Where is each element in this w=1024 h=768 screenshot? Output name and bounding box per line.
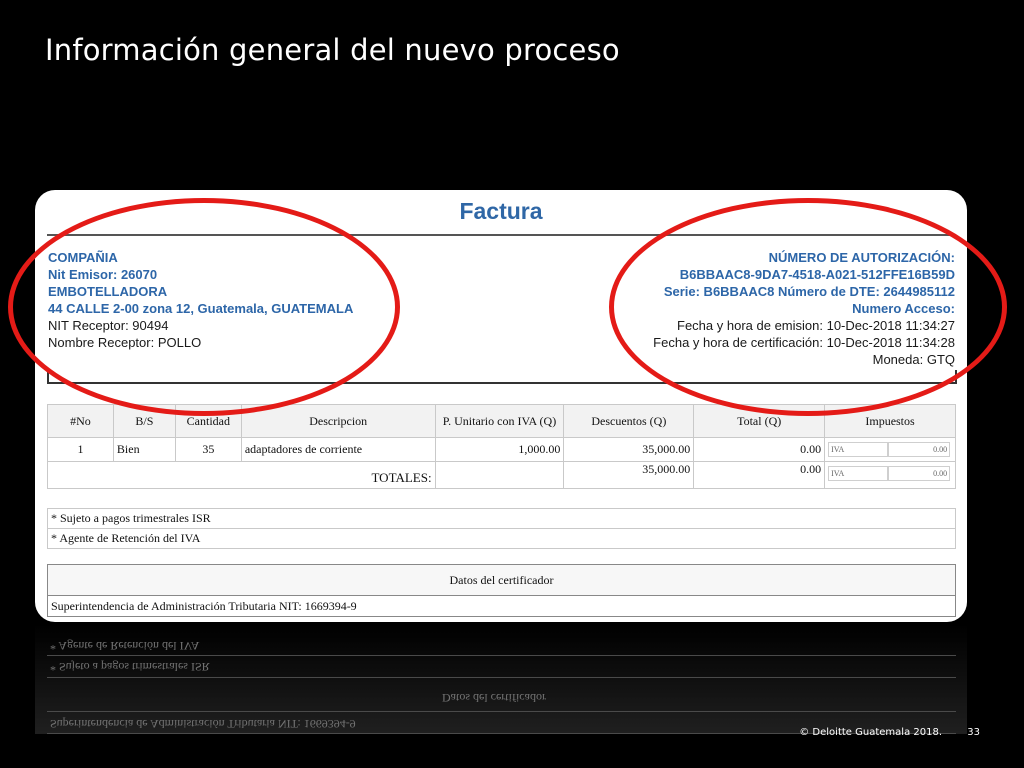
cell-precio: 1,000.00 — [434, 437, 565, 462]
certifier-body: Superintendencia de Administración Tribu… — [47, 595, 956, 617]
fecha-emision: Fecha y hora de emision: 10-Dec-2018 11:… — [677, 318, 955, 333]
invoice-title: Factura — [459, 198, 543, 224]
invoice-image: Factura COMPAÑIA Nit Emisor: 26070 EMBOT… — [35, 190, 967, 622]
reflection-note-iva: * Agente de Retención del IVA — [50, 639, 200, 653]
col-header-total: Total (Q) — [693, 404, 826, 438]
copyright: © Deloitte Guatemala 2018. — [799, 727, 942, 738]
tax-value: 0.00 — [888, 442, 951, 458]
company-label: COMPAÑIA — [48, 250, 118, 265]
col-header-precio: P. Unitario con IVA (Q) — [434, 404, 565, 438]
certifier-table: Datos del certificador Superintendencia … — [47, 564, 956, 617]
note-row: * Agente de Retención del IVA — [47, 528, 956, 549]
nombre-receptor: Nombre Receptor: POLLO — [48, 335, 202, 350]
tax-value: 0.00 — [888, 465, 951, 481]
totals-descuentos: 35,000.00 — [563, 461, 695, 489]
fecha-certificacion: Fecha y hora de certificación: 10-Dec-20… — [653, 335, 955, 350]
tax-name: IVA — [828, 442, 889, 458]
note-isr: * Sujeto a pagos trimestrales ISR — [47, 508, 956, 529]
note-row: * Sujeto a pagos trimestrales ISR — [47, 508, 956, 529]
table-row: 1 Bien 35 adaptadores de corriente 1,000… — [47, 437, 956, 462]
reflection-certifier-header: Datos del certificador — [442, 691, 546, 705]
totals-empty-cell — [434, 461, 565, 489]
totals-total: 0.00 — [693, 461, 826, 489]
table-header-row: #No B/S Cantidad Descripcion P. Unitario… — [47, 404, 956, 438]
reflection-line — [47, 711, 956, 712]
col-header-bs: B/S — [112, 404, 176, 438]
reflection-certifier-body: Superintendencia de Administración Tribu… — [50, 717, 356, 731]
company-address: 44 CALLE 2-00 zona 12, Guatemala, GUATEM… — [48, 301, 354, 316]
authorization-label: NÚMERO DE AUTORIZACIÓN: — [768, 250, 955, 265]
tax-name: IVA — [828, 465, 889, 481]
invoice-reflection: Superintendencia de Administración Tribu… — [35, 624, 967, 734]
note-iva: * Agente de Retención del IVA — [47, 528, 956, 549]
issuer-block: COMPAÑIA Nit Emisor: 26070 EMBOTELLADORA… — [48, 249, 353, 351]
totals-impuestos: IVA 0.00 — [824, 461, 956, 489]
numero-acceso: Numero Acceso: — [852, 301, 955, 316]
moneda: Moneda: GTQ — [872, 352, 955, 367]
reflection-note-isr: * Sujeto a pagos trimestrales ISR — [50, 660, 210, 674]
cell-bs: Bien — [112, 437, 176, 462]
authorization-number: B6BBAAC8-9DA7-4518-A021-512FFE16B59D — [679, 267, 955, 282]
nit-receptor: NIT Receptor: 90494 — [48, 318, 169, 333]
cell-cantidad: 35 — [174, 437, 242, 462]
page-number: 33 — [967, 727, 980, 738]
cell-descuentos: 35,000.00 — [563, 437, 695, 462]
serie-dte: Serie: B6BBAAC8 Número de DTE: 264498511… — [663, 284, 955, 299]
col-header-impuestos: Impuestos — [824, 404, 956, 438]
col-header-cantidad: Cantidad — [174, 404, 242, 438]
reflection-line — [47, 677, 956, 678]
company-name: EMBOTELLADORA — [48, 284, 168, 299]
col-header-descuentos: Descuentos (Q) — [563, 404, 695, 438]
info-bottom-divider — [47, 382, 956, 384]
cell-no: 1 — [47, 437, 114, 462]
items-table: #No B/S Cantidad Descripcion P. Unitario… — [47, 404, 956, 489]
col-header-no: #No — [47, 404, 114, 438]
cell-descripcion: adaptadores de corriente — [240, 437, 436, 462]
nit-emisor: Nit Emisor: 26070 — [48, 267, 158, 282]
totals-row: TOTALES: 35,000.00 0.00 IVA 0.00 — [47, 461, 956, 489]
col-header-descripcion: Descripcion — [240, 404, 436, 438]
cell-total: 0.00 — [693, 437, 826, 462]
slide-title: Información general del nuevo proceso — [45, 33, 620, 67]
authorization-block: NÚMERO DE AUTORIZACIÓN: B6BBAAC8-9DA7-45… — [653, 249, 955, 368]
header-divider — [47, 234, 956, 236]
cell-impuestos: IVA 0.00 — [824, 437, 956, 462]
notes-table: * Sujeto a pagos trimestrales ISR * Agen… — [47, 508, 956, 549]
certifier-header: Datos del certificador — [47, 564, 956, 596]
reflection-line — [47, 655, 956, 656]
totals-label: TOTALES: — [47, 461, 436, 489]
